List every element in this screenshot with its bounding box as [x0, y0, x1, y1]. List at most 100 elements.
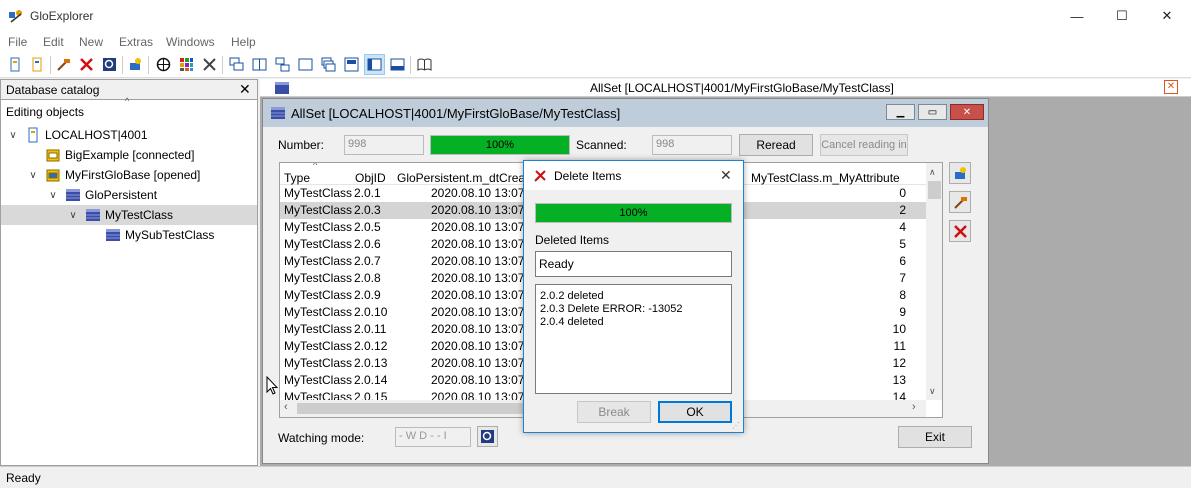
progress-fill: 100% — [536, 204, 731, 222]
child-close-button[interactable]: ✕ — [950, 104, 984, 120]
scroll-right-icon[interactable]: › — [912, 401, 916, 413]
menu-new[interactable]: New — [79, 35, 103, 49]
cell-myattribute: 11 — [893, 339, 906, 353]
tree-item-mytestclass[interactable]: ∨ MyTestClass — [1, 205, 257, 225]
connect-server-icon[interactable] — [5, 54, 26, 75]
watching-mode-label: Watching mode: — [278, 431, 365, 445]
minimize-button[interactable]: — — [1054, 0, 1100, 32]
menu-file[interactable]: File — [8, 35, 27, 49]
toolbar-separator — [122, 56, 123, 74]
toolbar-separator — [410, 56, 411, 74]
cell-type: MyTestClass — [284, 288, 353, 302]
cell-dtcreat: 2020.08.10 13:07:5 — [431, 271, 535, 285]
left-pane-icon[interactable] — [364, 54, 385, 75]
delete-object-button[interactable] — [949, 220, 971, 242]
cell-objid: 2.0.9 — [354, 288, 381, 302]
tree-item-myfirstglobase[interactable]: ∨ MyFirstGloBase [opened] — [1, 165, 257, 185]
close-button[interactable]: ✕ — [1144, 0, 1190, 32]
multi-window-icon[interactable] — [341, 54, 362, 75]
scroll-thumb[interactable] — [928, 181, 941, 199]
status-bar: Ready — [0, 466, 1191, 488]
stack-windows-icon[interactable] — [318, 54, 339, 75]
expand-chevron-icon[interactable]: ∨ — [47, 190, 59, 201]
resize-grip-icon[interactable]: ⋰ — [732, 421, 740, 430]
menu-help[interactable]: Help — [231, 35, 256, 49]
cell-myattribute: 10 — [892, 322, 906, 336]
delete-log-box[interactable]: 2.0.2 deleted 2.0.3 Delete ERROR: -13052 2… — [535, 284, 732, 394]
dialog-close-icon[interactable]: ✕ — [720, 167, 732, 184]
reading-progress-bar: 100% — [430, 135, 570, 155]
disconnect-server-icon[interactable] — [27, 54, 48, 75]
tools-icon[interactable] — [199, 54, 220, 75]
hammer-icon — [953, 196, 967, 209]
expand-chevron-icon[interactable]: ∨ — [67, 210, 79, 221]
break-button[interactable]: Break — [577, 401, 651, 423]
new-object-icon[interactable] — [125, 54, 146, 75]
cell-type: MyTestClass — [284, 220, 353, 234]
cell-dtcreat: 2020.08.10 13:07:5 — [431, 288, 535, 302]
mdi-close-icon[interactable]: ✕ — [1164, 80, 1178, 94]
cascade-windows-icon[interactable] — [226, 54, 247, 75]
child-restore-button[interactable]: ▭ — [918, 104, 947, 120]
scroll-down-icon[interactable]: ∨ — [929, 386, 936, 397]
add-object-button[interactable] — [949, 162, 971, 184]
vertical-scrollbar[interactable]: ∧ ∨ — [926, 163, 942, 400]
tree-item-bigexample[interactable]: BigExample [connected] — [1, 145, 257, 165]
scanned-label: Scanned: — [576, 138, 627, 152]
hammer-icon[interactable] — [53, 54, 74, 75]
column-header-dtcreat[interactable]: GloPersistent.m_dtCreat — [397, 171, 528, 185]
number-field: 998 — [344, 135, 424, 155]
bottom-pane-icon[interactable] — [387, 54, 408, 75]
catalog-close-icon[interactable]: ✕ — [239, 81, 251, 98]
log-line: 2.0.3 Delete ERROR: -13052 — [540, 303, 683, 315]
cell-myattribute: 9 — [899, 305, 906, 319]
maximize-button[interactable]: ☐ — [1099, 0, 1145, 32]
app-icon — [9, 10, 22, 23]
grid-colors-icon[interactable] — [176, 54, 197, 75]
child-minimize-button[interactable]: ▁ — [886, 104, 915, 120]
reread-button[interactable]: Reread — [739, 134, 813, 156]
sort-arrow-icon: ^ — [313, 162, 318, 170]
tile-windows-icon[interactable] — [272, 54, 293, 75]
delete-tool-icon[interactable] — [76, 54, 97, 75]
inspect-icon[interactable] — [99, 54, 120, 75]
dialog-title: Delete Items — [554, 169, 622, 183]
exit-button[interactable]: Exit — [898, 426, 972, 448]
expand-chevron-icon[interactable]: ∨ — [27, 170, 39, 181]
cell-dtcreat: 2020.08.10 13:07:5 — [431, 186, 535, 200]
column-header-myattribute[interactable]: MyTestClass.m_MyAttribute — [751, 171, 900, 185]
cancel-reading-button[interactable]: Cancel reading in — [820, 134, 908, 156]
watching-mode-button[interactable] — [477, 426, 498, 447]
tree-item-label: LOCALHOST|4001 — [45, 128, 148, 142]
tree-item-server[interactable]: ∨ LOCALHOST|4001 — [1, 125, 257, 145]
class-icon — [106, 229, 120, 241]
cell-myattribute: 0 — [899, 186, 906, 200]
single-window-icon[interactable] — [295, 54, 316, 75]
column-header-objid[interactable]: ObjID — [355, 171, 386, 185]
tree-item-label: MyFirstGloBase [opened] — [65, 168, 201, 182]
menu-windows[interactable]: Windows — [166, 35, 215, 49]
menu-edit[interactable]: Edit — [43, 35, 64, 49]
tree-item-label: GloPersistent — [85, 188, 158, 202]
cell-dtcreat: 2020.08.10 13:07:5 — [431, 203, 535, 217]
menu-extras[interactable]: Extras — [119, 35, 153, 49]
ok-button[interactable]: OK — [658, 401, 732, 423]
column-header-type[interactable]: Type — [284, 171, 310, 185]
globe-icon[interactable] — [153, 54, 174, 75]
cell-dtcreat: 2020.08.10 13:07:5 — [431, 390, 535, 400]
server-icon — [28, 127, 38, 143]
scroll-up-icon[interactable]: ∧ — [929, 167, 936, 178]
tile-vertical-icon[interactable] — [249, 54, 270, 75]
expand-chevron-icon[interactable]: ∨ — [7, 130, 19, 141]
cell-objid: 2.0.6 — [354, 237, 381, 251]
dialog-title-bar: Delete Items ✕ — [524, 161, 743, 190]
tree-item-glopersistent[interactable]: ∨ GloPersistent — [1, 185, 257, 205]
menu-bar: File Edit New Extras Windows Help — [0, 32, 1191, 52]
hscroll-thumb[interactable] — [297, 403, 527, 414]
tree-item-mysubtestclass[interactable]: MySubTestClass — [1, 225, 257, 245]
book-icon[interactable] — [414, 54, 435, 75]
delete-icon — [953, 224, 967, 238]
scroll-left-icon[interactable]: ‹ — [284, 401, 288, 413]
cell-type: MyTestClass — [284, 271, 353, 285]
edit-object-button[interactable] — [949, 191, 971, 213]
